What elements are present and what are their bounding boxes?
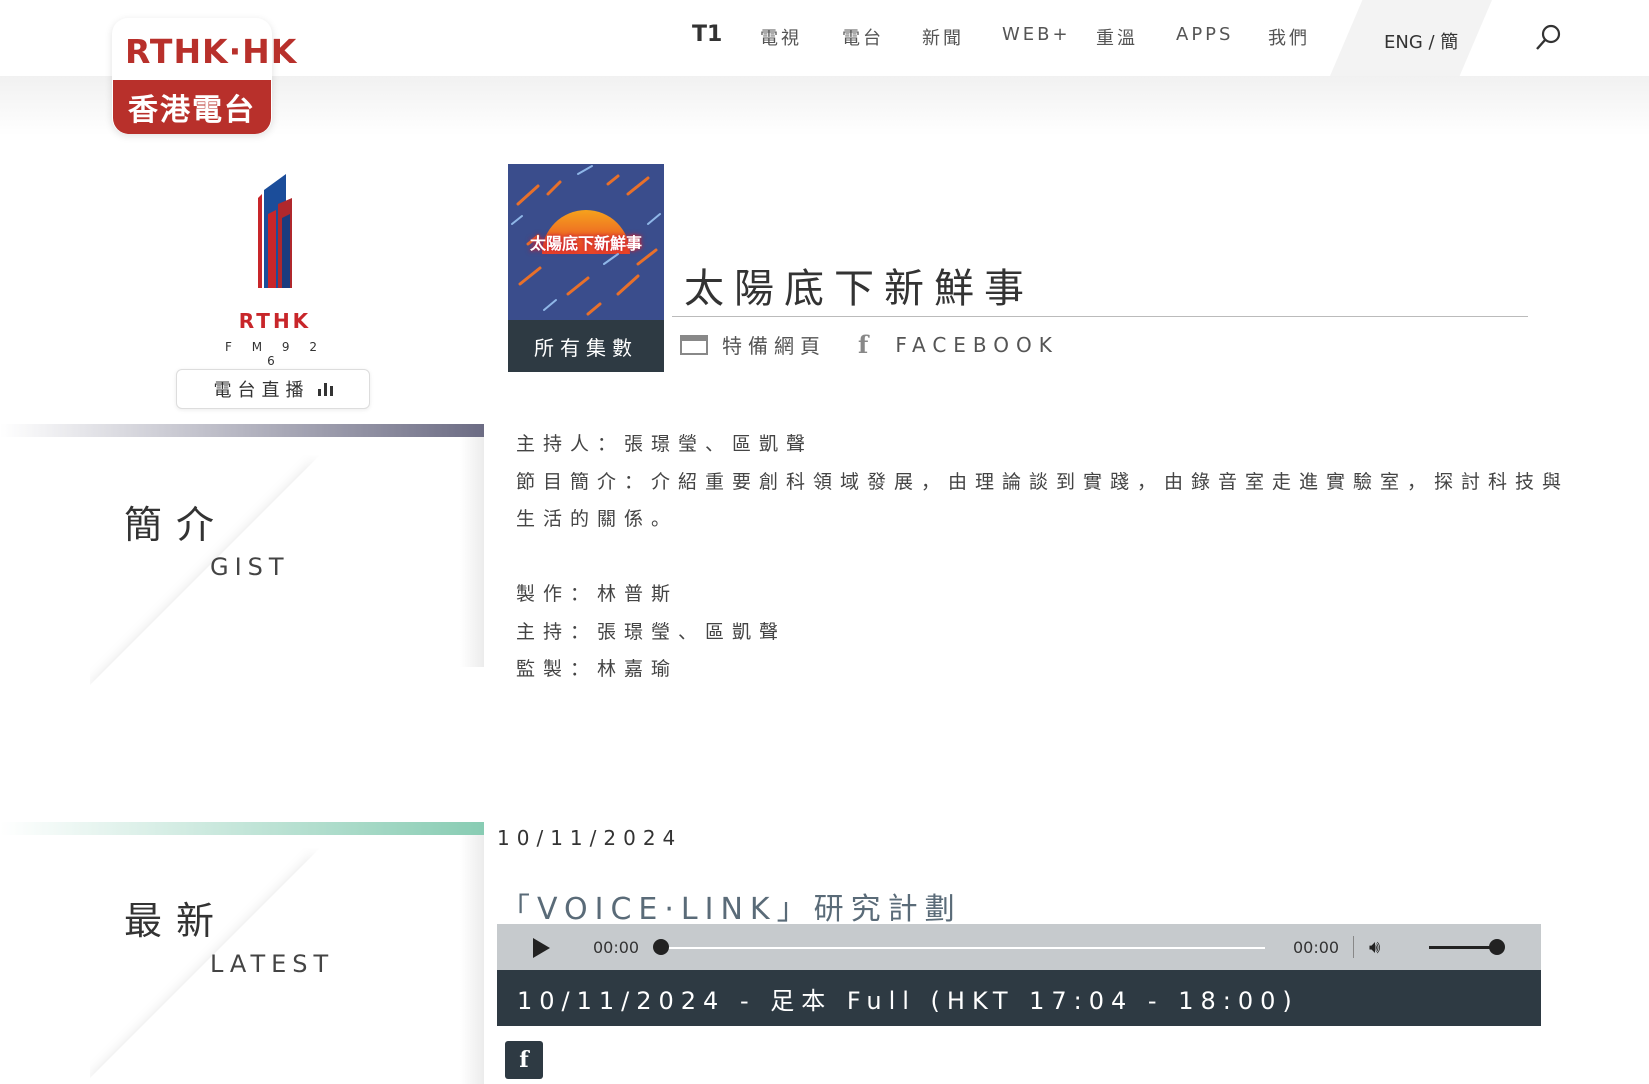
radio-1-logo-icon [258, 174, 292, 288]
producer-line: 製作：林普斯 [516, 583, 679, 605]
nav-item-news[interactable]: 新聞 [922, 24, 964, 50]
nav-item-tv[interactable]: 電視 [760, 24, 802, 50]
episode-title-link[interactable]: 「VOICE·LINK」研究計劃 [500, 884, 962, 928]
nav-item-radio[interactable]: 電台 [842, 24, 884, 50]
facebook-icon: f [858, 330, 876, 359]
volume-slider[interactable] [1429, 946, 1497, 949]
facebook-label: FACEBOOK [895, 332, 1059, 357]
nav-item-t1[interactable]: T1 [692, 22, 722, 47]
language-switch[interactable]: ENG / 簡 [1384, 28, 1458, 54]
volume-icon[interactable]: 🔊︎ [1369, 937, 1380, 958]
nav-item-about[interactable]: 我們 [1268, 24, 1310, 50]
episode-date: 10/11/2024 [497, 826, 683, 850]
latest-heading: 最新 [124, 899, 229, 943]
gist-content: 主持人：張璟瑩、區凱聲 節目簡介：介紹重要創科領域發展，由理論談到實踐，由錄音室… [516, 426, 1576, 689]
gist-heading: 簡介 [124, 503, 229, 547]
logo-chinese-name[interactable]: 香港電台 [113, 80, 271, 134]
special-page-label: 特備網頁 [722, 334, 826, 358]
duration: 00:00 [1293, 938, 1340, 957]
episode-segment-label[interactable]: 10/11/2024 - 足本 Full (HKT 17:04 - 18:00) [497, 970, 1541, 1026]
webpage-icon [680, 334, 708, 355]
special-page-link[interactable]: 特備網頁 [680, 330, 826, 359]
gist-subheading: GIST [210, 553, 290, 581]
nav-item-replay[interactable]: 重溫 [1096, 24, 1138, 50]
seek-bar[interactable] [661, 947, 1265, 949]
latest-accent-bar [0, 822, 484, 835]
thumbnail-title: 太陽底下新鮮事 [529, 234, 642, 253]
program-intro: 節目簡介：介紹重要創科領域發展，由理論談到實踐，由錄音室走進實驗室，探討科技與生… [516, 470, 1570, 531]
facebook-share-icon[interactable]: f [505, 1041, 543, 1079]
current-time: 00:00 [593, 938, 640, 957]
facebook-link[interactable]: f FACEBOOK [858, 330, 1059, 359]
nav-item-web-plus[interactable]: WEB+ [1002, 24, 1071, 45]
player-separator [1353, 936, 1354, 958]
audio-player: 00:00 00:00 🔊︎ [497, 924, 1541, 970]
play-icon[interactable] [533, 938, 550, 958]
gist-accent-bar [0, 424, 484, 437]
latest-subheading: LATEST [210, 950, 335, 978]
program-thumbnail[interactable]: 太陽底下新鮮事 [508, 164, 664, 320]
search-icon[interactable] [1533, 22, 1563, 52]
logo-wordmark[interactable]: RTHK·HK [125, 32, 297, 71]
equalizer-icon [317, 382, 333, 396]
live-radio-label: 電台直播 [213, 380, 310, 401]
hosts-line: 主持：張璟瑩、區凱聲 [516, 620, 787, 643]
volume-handle[interactable] [1489, 939, 1505, 955]
host-line: 主持人：張璟瑩、區凱聲 [516, 433, 814, 455]
all-episodes-button[interactable]: 所有集數 [508, 320, 664, 372]
seek-handle[interactable] [653, 939, 669, 955]
program-title: 太陽底下新鮮事 [684, 266, 1034, 312]
station-name: RTHK [238, 309, 312, 333]
title-divider [672, 316, 1528, 317]
nav-item-apps[interactable]: APPS [1176, 24, 1233, 45]
supervisor-line: 監製：林嘉瑜 [516, 658, 679, 680]
live-radio-button[interactable]: 電台直播 [176, 369, 370, 409]
station-frequency: F M 9 2 6 [225, 340, 325, 368]
